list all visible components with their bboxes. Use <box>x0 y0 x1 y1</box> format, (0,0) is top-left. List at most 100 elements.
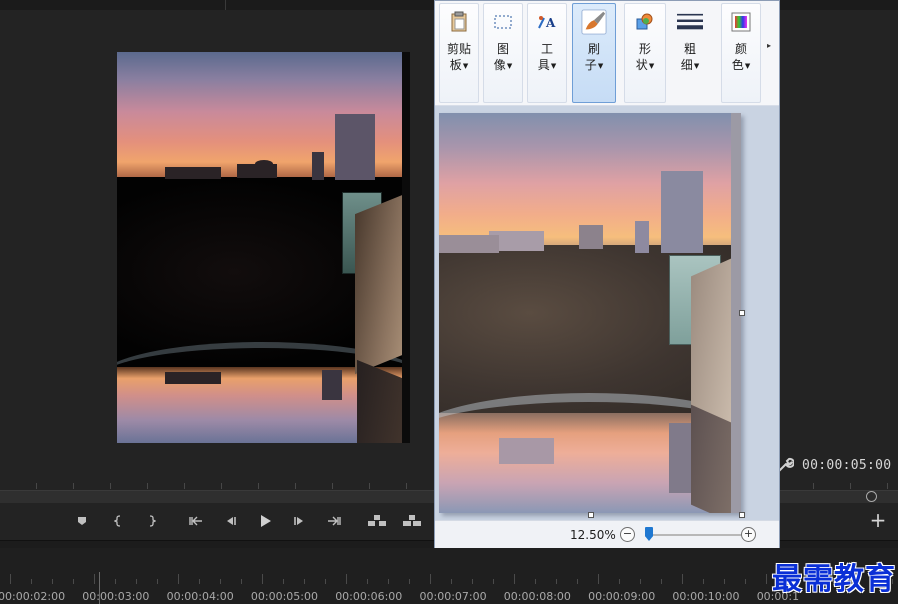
timeline-time-label: 00:00:04:00 <box>166 590 234 603</box>
ruler-tick <box>295 483 296 489</box>
lift-icon <box>368 515 386 526</box>
timeline-tick <box>10 574 11 584</box>
timeline-tick <box>388 579 389 584</box>
size-label-2: 细 <box>680 58 693 72</box>
zoom-slider-track[interactable] <box>645 534 741 536</box>
canvas-image[interactable] <box>439 113 741 513</box>
chevron-down-icon: ▼ <box>597 61 604 70</box>
play-button[interactable] <box>252 508 278 534</box>
extract-button[interactable] <box>399 508 425 534</box>
ruler-tick <box>406 483 407 489</box>
zoom-in-button[interactable]: + <box>741 527 756 542</box>
ruler-tick <box>850 483 851 489</box>
tools-label-2: 具 <box>537 58 550 72</box>
timeline-tick <box>52 579 53 584</box>
timeline-tick <box>157 579 158 584</box>
tools-label-1: 工 <box>540 42 553 56</box>
shapes-group: 形 状▼ <box>624 3 666 103</box>
chevron-down-icon: ▼ <box>462 61 469 70</box>
colors-group: 颜 色▼ <box>721 3 761 103</box>
timeline-time-label: 00:00:09:00 <box>588 590 656 603</box>
resize-handle-corner[interactable] <box>739 512 745 518</box>
brushes-label-2: 子 <box>584 58 597 72</box>
step-back-button[interactable] <box>217 508 243 534</box>
shapes-button[interactable]: 形 状▼ <box>625 4 665 102</box>
timeline-tick <box>535 579 536 584</box>
shapes-label-2: 状 <box>635 58 648 72</box>
image-button[interactable]: 图 像▼ <box>484 4 522 102</box>
timeline-tick <box>514 574 515 584</box>
timeline-tick <box>472 579 473 584</box>
timeline-time-label: 00:00:05:00 <box>250 590 318 603</box>
paint-canvas-area <box>435 106 779 520</box>
mark-in-button[interactable] <box>106 508 132 534</box>
add-marker-button[interactable] <box>69 508 95 534</box>
timeline-ruler[interactable]: 00:00:02:00 00:00:03:00 00:00:04:00 00:00:0… <box>0 548 898 604</box>
marker-icon <box>78 517 86 525</box>
timeline-tick <box>115 579 116 584</box>
size-button[interactable]: 粗 细▼ <box>671 4 709 102</box>
timeline-tick <box>661 579 662 584</box>
resize-handle-bottom[interactable] <box>588 512 594 518</box>
shapes-icon <box>636 13 653 30</box>
paint-status-bar: 12.50% − + <box>435 520 779 548</box>
timeline-time-label: 00:00:06:00 <box>335 590 403 603</box>
timeline-tick <box>724 579 725 584</box>
timeline-tick <box>31 579 32 584</box>
zoom-out-button[interactable]: − <box>620 527 635 542</box>
ruler-tick <box>258 483 259 489</box>
timeline-tick <box>556 579 557 584</box>
size-group: 粗 细▼ <box>670 3 710 103</box>
chevron-down-icon: ▼ <box>550 61 557 70</box>
svg-text:A: A <box>545 16 556 30</box>
go-to-in-button[interactable] <box>183 508 209 534</box>
resize-handle-right[interactable] <box>739 310 745 316</box>
timeline-tick <box>682 574 683 584</box>
colors-button[interactable]: 颜 色▼ <box>722 4 760 102</box>
timeline-tick <box>640 579 641 584</box>
tools-button[interactable]: A 工 具▼ <box>528 4 566 102</box>
size-label-1: 粗 <box>683 42 696 56</box>
ruler-tick <box>221 483 222 489</box>
timeline-time-label: 00:00:08:00 <box>503 590 571 603</box>
paint-window: 剪贴 板▼ 图 像▼ A 工 具▼ 刷 子▼ 形 状▼ 粗 细▼ 颜 色▼ ▸ … <box>434 0 780 548</box>
zoom-slider-thumb[interactable] <box>645 527 653 541</box>
timeline-tick <box>346 574 347 584</box>
mark-out-icon <box>149 515 156 527</box>
add-button-icon[interactable]: + <box>868 510 888 530</box>
ribbon-more-icon[interactable]: ▸ <box>767 41 771 50</box>
ruler-tick <box>147 483 148 489</box>
tools-icon: A <box>538 16 556 30</box>
mark-out-button[interactable] <box>138 508 164 534</box>
image-label-1: 图 <box>496 42 509 56</box>
timeline-tick <box>703 579 704 584</box>
go-to-out-icon <box>328 516 341 526</box>
paint-ribbon: 剪贴 板▼ 图 像▼ A 工 具▼ 刷 子▼ 形 状▼ 粗 细▼ 颜 色▼ ▸ <box>435 1 779 106</box>
clipboard-button[interactable]: 剪贴 板▼ <box>440 4 478 102</box>
timeline-tick <box>136 579 137 584</box>
playhead-timecode[interactable]: 00:00:05:00 <box>802 458 891 473</box>
playhead-knob[interactable] <box>866 491 877 502</box>
timeline-tick <box>766 574 767 584</box>
ruler-tick <box>813 483 814 489</box>
brushes-button[interactable]: 刷 子▼ <box>573 4 615 102</box>
program-video-frame <box>117 52 410 443</box>
timeline-tick <box>367 579 368 584</box>
step-back-icon <box>227 517 236 525</box>
brushes-label-1: 刷 <box>587 42 600 56</box>
image-group: 图 像▼ <box>483 3 523 103</box>
go-to-in-icon <box>189 516 202 526</box>
ruler-tick <box>887 483 888 489</box>
timeline-tick <box>262 574 263 584</box>
timeline-tick <box>577 579 578 584</box>
timeline-time-label: 00:00:02:00 <box>0 590 66 603</box>
watermark-logo: 最需教育 <box>772 562 896 597</box>
ruler-tick <box>332 483 333 489</box>
step-forward-button[interactable] <box>287 508 313 534</box>
chevron-down-icon: ▼ <box>648 61 655 70</box>
clipboard-group: 剪贴 板▼ <box>439 3 479 103</box>
chevron-down-icon: ▼ <box>506 61 513 70</box>
go-to-out-button[interactable] <box>321 508 347 534</box>
lift-button[interactable] <box>364 508 390 534</box>
timeline-tick <box>199 579 200 584</box>
